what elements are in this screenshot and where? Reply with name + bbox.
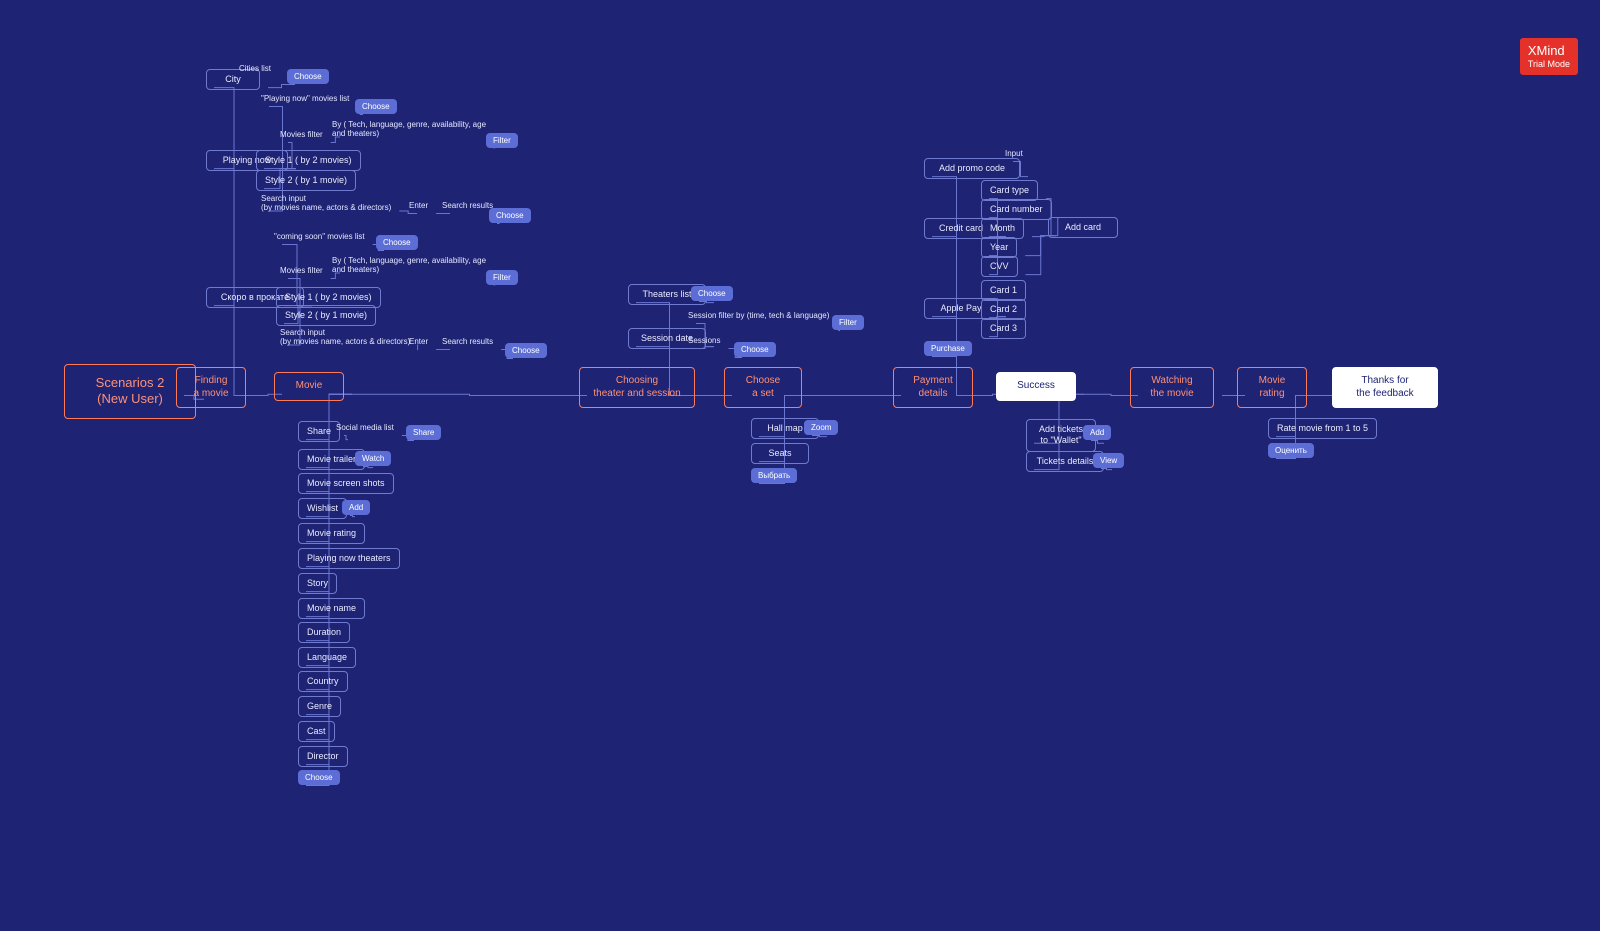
node-choosing[interactable]: Choosingtheater and session [579,367,695,408]
xmind-watermark: XMind Trial Mode [1520,38,1578,75]
btn-cs_listChoose[interactable]: Choose [376,235,418,250]
btn-sessFilterBtn[interactable]: Filter [832,315,864,330]
node-watching[interactable]: Watchingthe movie [1130,367,1214,408]
node-findingMovie[interactable]: Findinga movie [176,367,246,408]
label-pn_filter: Movies filter [280,130,323,139]
label-cs_search: Search input(by movies name, actors & di… [280,328,410,346]
btn-chooseCity[interactable]: Choose [287,69,329,84]
btn-vyb[interactable]: Выбрать [751,468,797,483]
label-citiesList: Cities list [239,64,271,73]
movie-child-btn-wishlist[interactable]: Add [342,500,370,515]
movie-child-label-share: Social media list [336,423,394,432]
node-promo[interactable]: Add promo code [924,158,1020,179]
label-cs_filterBy: By ( Tech, language, genre, availability… [332,256,486,274]
node-pn_style1[interactable]: Style 1 ( by 2 movies) [256,150,361,171]
label-cs_list: "coming soon" movies list [274,232,365,241]
cc-cccvv[interactable]: CVV [981,256,1018,277]
btn-sessChoose[interactable]: Choose [734,342,776,357]
movie-child-genre[interactable]: Genre [298,696,341,717]
btn-pn_filterBtn[interactable]: Filter [486,133,518,148]
btn-pn_listChoose[interactable]: Choose [355,99,397,114]
node-movie[interactable]: Movie [274,372,344,401]
btn-pn_searchChoose[interactable]: Choose [489,208,531,223]
connectors-svg [8,8,1600,923]
label-cs_filter: Movies filter [280,266,323,275]
label-pn_search: Search input(by movies name, actors & di… [261,194,391,212]
btn-theatersChoose[interactable]: Choose [691,286,733,301]
movie-child-mname[interactable]: Movie name [298,598,365,619]
movie-child-story[interactable]: Story [298,573,337,594]
node-payment[interactable]: Paymentdetails [893,367,973,408]
node-success[interactable]: Success [996,372,1076,401]
movie-child-pnth[interactable]: Playing now theaters [298,548,400,569]
movie-child-btn-share[interactable]: Share [406,425,441,440]
node-movieRating[interactable]: Movierating [1237,367,1307,408]
label-pn_filterBy: By ( Tech, language, genre, availability… [332,120,486,138]
movie-child-cast[interactable]: Cast [298,721,335,742]
watermark-line1: XMind [1528,44,1570,59]
label-pn_list: "Playing now" movies list [261,94,349,103]
node-pn_style2[interactable]: Style 2 ( by 1 movie) [256,170,356,191]
movie-child-wishlist[interactable]: Wishlist [298,498,347,519]
btn-zoom[interactable]: Zoom [804,420,838,435]
movie-child-share[interactable]: Share [298,421,340,442]
btn-movieChoose[interactable]: Choose [298,770,340,785]
label-promoInput: Input [1005,149,1023,158]
node-thanks[interactable]: Thanks forthe feedback [1332,367,1438,408]
label-pn_enter: Enter [409,201,428,210]
node-seats[interactable]: Seats [751,443,809,464]
movie-child-country[interactable]: Country [298,671,348,692]
node-addCard[interactable]: Add card [1048,217,1118,238]
label-cs_results: Search results [442,337,493,346]
movie-child-rating[interactable]: Movie rating [298,523,365,544]
node-chooseSet[interactable]: Choosea set [724,367,802,408]
btn-cs_filterBtn[interactable]: Filter [486,270,518,285]
label-sessFilterBy: Session filter by (time, tech & language… [688,311,829,320]
node-cs_style2[interactable]: Style 2 ( by 1 movie) [276,305,376,326]
movie-child-btn-trailer[interactable]: Watch [355,451,391,466]
node-rateMovie[interactable]: Rate movie from 1 to 5 [1268,418,1377,439]
btn-viewBtn[interactable]: View [1093,453,1124,468]
btn-ocenit[interactable]: Оценить [1268,443,1314,458]
btn-addBtn[interactable]: Add [1083,425,1111,440]
movie-child-shots[interactable]: Movie screen shots [298,473,394,494]
label-pn_results: Search results [442,201,493,210]
btn-purchase[interactable]: Purchase [924,341,972,356]
movie-child-director[interactable]: Director [298,746,348,767]
movie-child-lang[interactable]: Language [298,647,356,668]
movie-child-dur[interactable]: Duration [298,622,350,643]
ap-ap3[interactable]: Card 3 [981,318,1026,339]
watermark-line2: Trial Mode [1528,59,1570,69]
label-cs_enter: Enter [409,337,428,346]
btn-cs_searchChoose[interactable]: Choose [505,343,547,358]
label-sessions: Sessions [688,336,720,345]
